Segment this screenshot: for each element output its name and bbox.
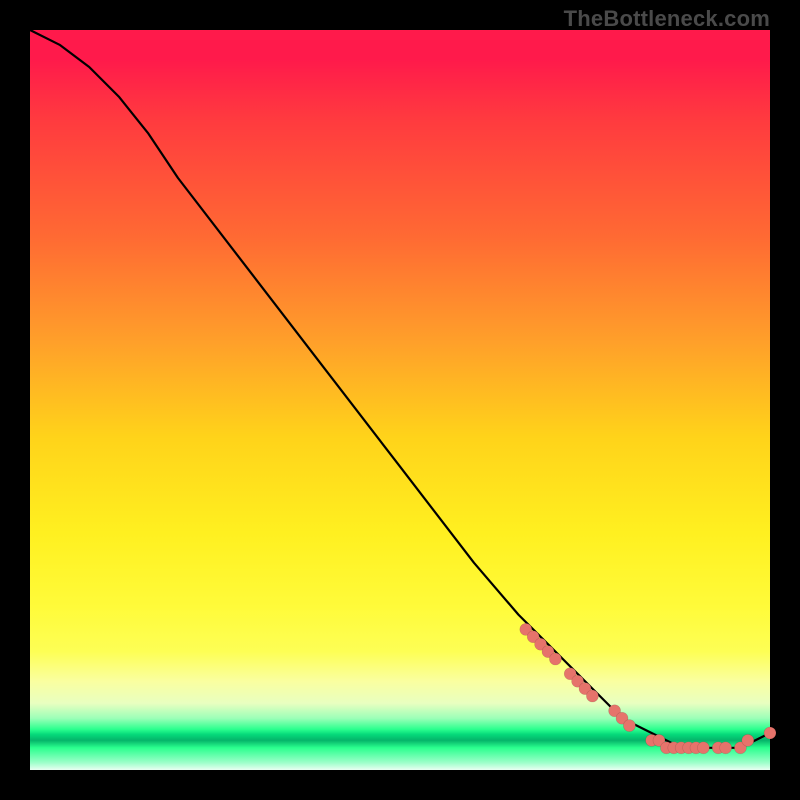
chart-frame: TheBottleneck.com [0, 0, 800, 800]
data-dot [697, 742, 709, 754]
data-dot [549, 653, 561, 665]
plot-area [30, 30, 770, 770]
data-dot [742, 734, 754, 746]
data-dot [720, 742, 732, 754]
data-dot [586, 690, 598, 702]
bottleneck-curve [30, 30, 770, 748]
watermark-text: TheBottleneck.com [564, 6, 770, 32]
chart-svg [30, 30, 770, 770]
data-dot [623, 720, 635, 732]
data-dots [520, 623, 776, 753]
data-dot [764, 727, 776, 739]
